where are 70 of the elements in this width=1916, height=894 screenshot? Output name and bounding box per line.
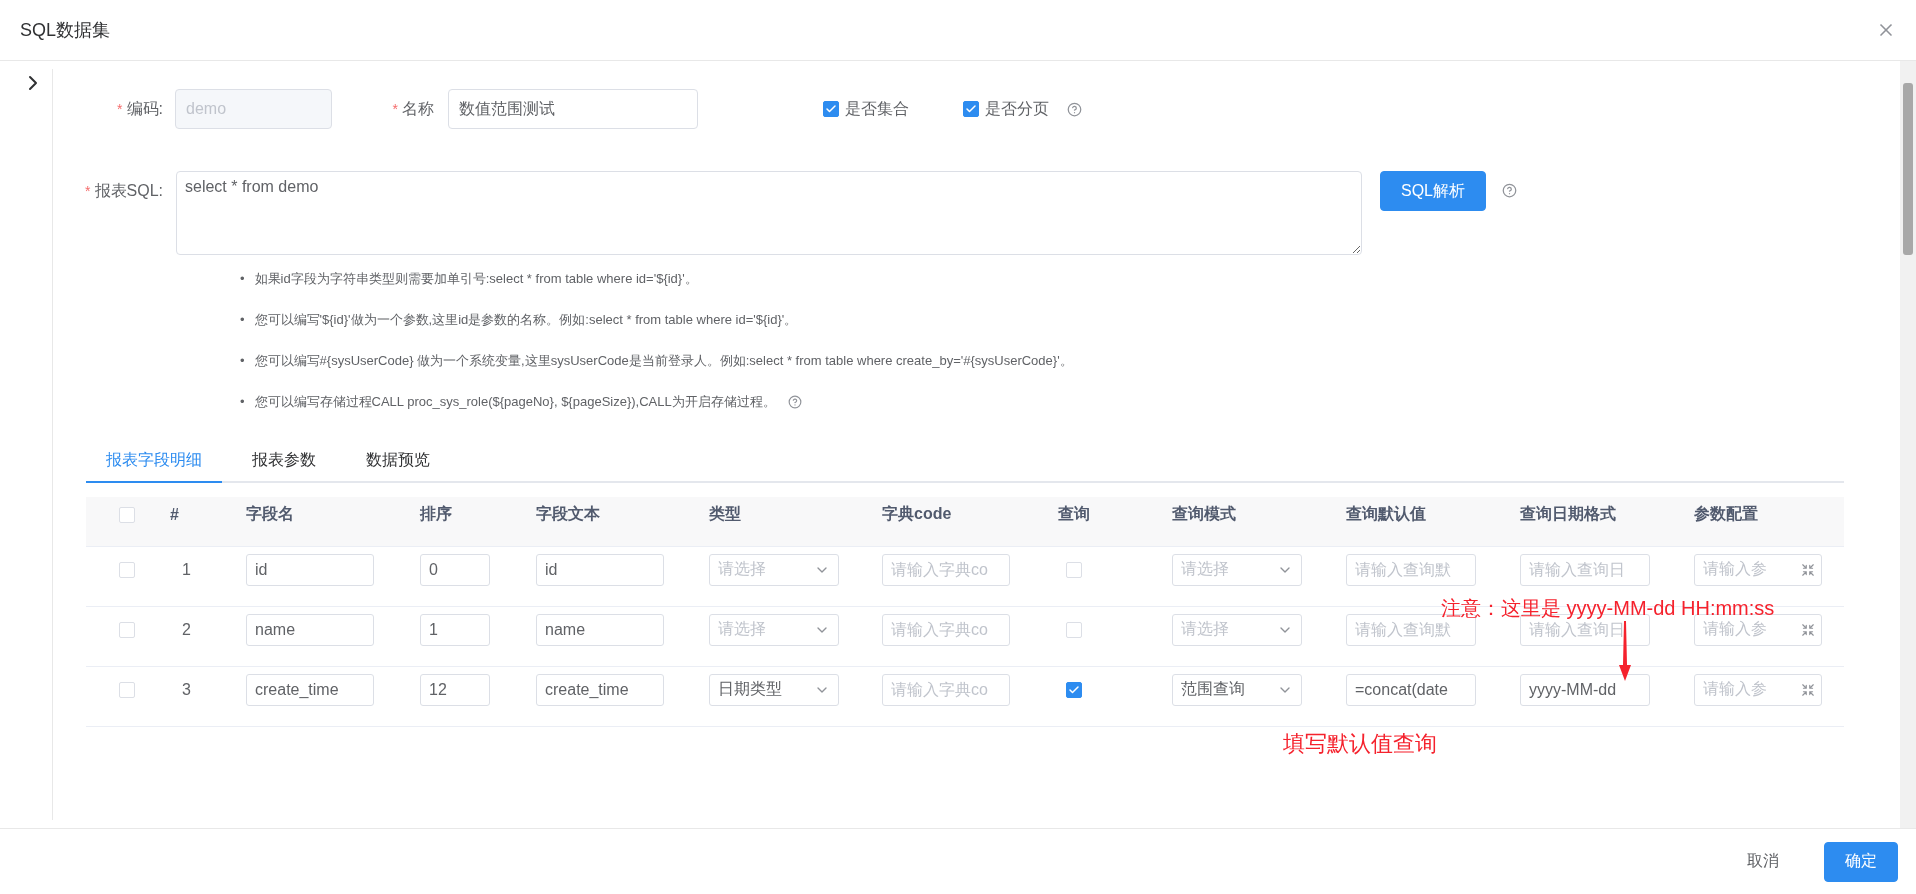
row-number: 3 [181, 680, 192, 699]
column-header: 字段名 [245, 504, 295, 524]
table-input[interactable]: =concat(date [1346, 673, 1476, 706]
bullet: • [240, 270, 245, 288]
help-icon[interactable] [1067, 101, 1082, 117]
field-label: 名称 [402, 99, 434, 117]
hint-text: 您可以编写#{sysUserCode} 做为一个系统变量,这里sysUserCode是当前登录人。例如:select * from table where create_by='#{sysUserCode}'。 [254, 352, 1073, 370]
shrink-icon[interactable] [1801, 682, 1815, 697]
column-header: 类型 [708, 504, 742, 524]
row-number: 2 [181, 620, 192, 639]
shrink-icon[interactable] [1801, 622, 1815, 637]
name-field[interactable]: 数值范围测试 [448, 89, 698, 129]
bullet: • [240, 393, 245, 411]
required-mark: * [85, 183, 91, 199]
hint-text: 如果id字段为字符串类型则需要加单引号:select * from table where id='${id}'。 [254, 270, 698, 288]
bullet: • [240, 311, 245, 329]
option-checkbox[interactable]: 是否集合 [823, 98, 909, 120]
shrink-icon[interactable] [1801, 562, 1815, 577]
field-label: 编码: [126, 99, 163, 117]
table-input[interactable]: name [246, 613, 374, 646]
select-field[interactable]: 范围查询 [1172, 673, 1302, 706]
table-input[interactable]: 0 [420, 553, 490, 586]
field-label: 报表SQL: [94, 182, 163, 199]
check-icon [1068, 683, 1080, 696]
column-header: 查询日期格式 [1519, 504, 1617, 524]
column-header: 查询默认值 [1345, 504, 1427, 524]
column-header: 排序 [418, 504, 453, 524]
tab[interactable]: 报表字段明细 [86, 450, 222, 483]
tab[interactable]: 报表参数 [232, 450, 336, 483]
hint-text: 您可以编写'${id}'做为一个参数,这里id是参数的名称。例如:select * from table where id='${id}'。 [254, 311, 798, 329]
table-input[interactable]: 请输入查询默 [1346, 553, 1476, 586]
table-input[interactable]: create_time [536, 673, 664, 706]
check-icon [965, 103, 977, 115]
table-input[interactable]: id [246, 553, 374, 586]
dialog-title: SQL数据集 [20, 19, 111, 42]
row-number: 1 [181, 560, 192, 579]
confirm-button[interactable]: 确定 [1824, 841, 1898, 882]
checkbox[interactable] [1066, 681, 1082, 698]
table-input[interactable]: 请输入字典co [882, 613, 1010, 646]
checkbox[interactable] [963, 101, 979, 117]
help-icon[interactable] [1502, 183, 1517, 198]
table-input[interactable]: 1 [420, 613, 490, 646]
table-input[interactable]: id [536, 553, 664, 586]
table-input[interactable]: 请输入字典co [882, 553, 1010, 586]
checkbox[interactable] [823, 101, 839, 117]
column-header: 查询 [1057, 504, 1091, 524]
column-header: 查询模式 [1171, 504, 1237, 524]
column-header: 字典code [881, 504, 953, 524]
tab[interactable]: 数据预览 [346, 450, 450, 483]
hint-text: 您可以编写存储过程CALL proc_sys_role(${pageNo}, ${pageSize}),CALL为开启存储过程。 [254, 393, 776, 411]
column-header: # [169, 505, 180, 524]
table-input[interactable]: 请输入查询日 [1520, 553, 1650, 586]
column-header: 字段文本 [535, 504, 601, 524]
help-icon[interactable] [787, 395, 802, 409]
parse-sql-button[interactable]: SQL解析 [1380, 171, 1486, 211]
annotation-text: 填写默认值查询 [1283, 730, 1437, 758]
required-mark: * [117, 100, 123, 117]
sql-editor[interactable]: select * from demo [176, 171, 1362, 255]
table-input[interactable]: 12 [420, 673, 490, 706]
select-field[interactable]: 日期类型 [709, 673, 839, 706]
table-input[interactable]: create_time [246, 673, 374, 706]
table-input[interactable]: name [536, 613, 664, 646]
table-input[interactable]: yyyy-MM-dd [1520, 673, 1650, 706]
required-mark: * [392, 100, 398, 117]
bullet: • [240, 352, 245, 370]
column-header: 参数配置 [1693, 504, 1759, 524]
check-icon [825, 103, 837, 115]
option-checkbox[interactable]: 是否分页 [963, 98, 1049, 120]
table-input[interactable]: 请输入字典co [882, 673, 1010, 706]
scrollbar[interactable] [1900, 61, 1916, 828]
